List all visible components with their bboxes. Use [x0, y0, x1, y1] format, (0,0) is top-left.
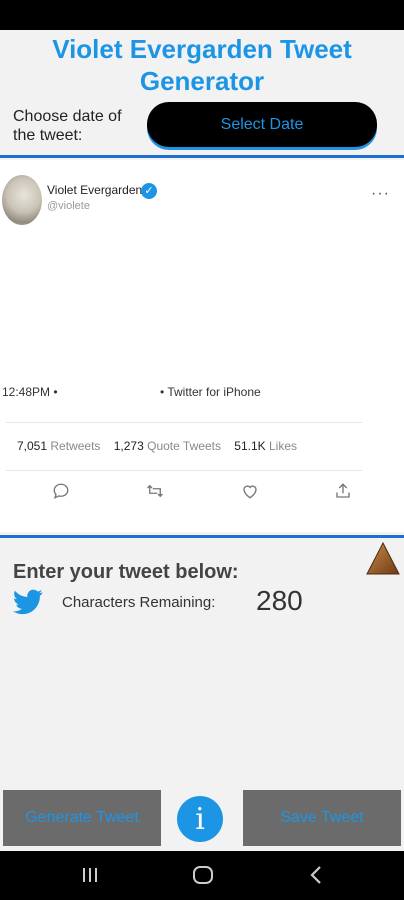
retweet-icon[interactable]	[146, 482, 164, 500]
save-tweet-button[interactable]: Save Tweet	[243, 790, 401, 846]
tweet-preview-card: Violet Evergarden ✓ @violete ··· 12:48PM…	[0, 160, 404, 532]
tweet-time: 12:48PM •	[2, 385, 58, 399]
tweet-display-name: Violet Evergarden	[47, 183, 143, 197]
select-date-button[interactable]: Select Date	[147, 102, 377, 147]
more-options-icon[interactable]: ···	[371, 186, 390, 202]
home-icon[interactable]	[192, 863, 214, 892]
android-nav-bar	[0, 851, 404, 900]
tweet-handle: @violete	[47, 200, 90, 212]
like-icon[interactable]	[241, 482, 259, 500]
recent-apps-icon[interactable]	[80, 863, 100, 892]
generate-tweet-button[interactable]: Generate Tweet	[3, 790, 161, 846]
twitter-bird-icon	[13, 589, 43, 620]
avatar	[2, 175, 42, 225]
tweet-stats: 7,051 Retweets 1,273 Quote Tweets 51.1K …	[17, 439, 307, 453]
chars-remaining-count: 280	[256, 585, 303, 616]
status-bar	[0, 0, 404, 30]
card-separator	[6, 422, 362, 423]
verified-badge-icon: ✓	[141, 183, 157, 199]
page-title: Violet Evergarden Tweet Generator	[52, 34, 352, 96]
reply-icon[interactable]	[52, 482, 70, 500]
tweet-source: • Twitter for iPhone	[160, 385, 261, 399]
chars-remaining-label: Characters Remaining:	[62, 594, 216, 611]
info-button[interactable]: i	[177, 796, 223, 842]
share-icon[interactable]	[334, 482, 352, 500]
entry-heading: Enter your tweet below:	[13, 561, 239, 583]
quotes-count: 1,273	[113, 439, 144, 453]
top-divider	[0, 155, 404, 158]
likes-label: Likes	[269, 439, 298, 453]
date-label: Choose date of the tweet:	[13, 108, 122, 144]
retweets-label: Retweets	[50, 439, 101, 453]
quotes-label: Quote Tweets	[147, 439, 221, 453]
pyramid-icon[interactable]	[365, 541, 401, 582]
retweets-count: 7,051	[17, 439, 48, 453]
card-separator	[6, 470, 362, 471]
back-icon[interactable]	[306, 863, 326, 892]
mid-divider	[0, 535, 404, 538]
likes-count: 51.1K	[234, 439, 266, 453]
